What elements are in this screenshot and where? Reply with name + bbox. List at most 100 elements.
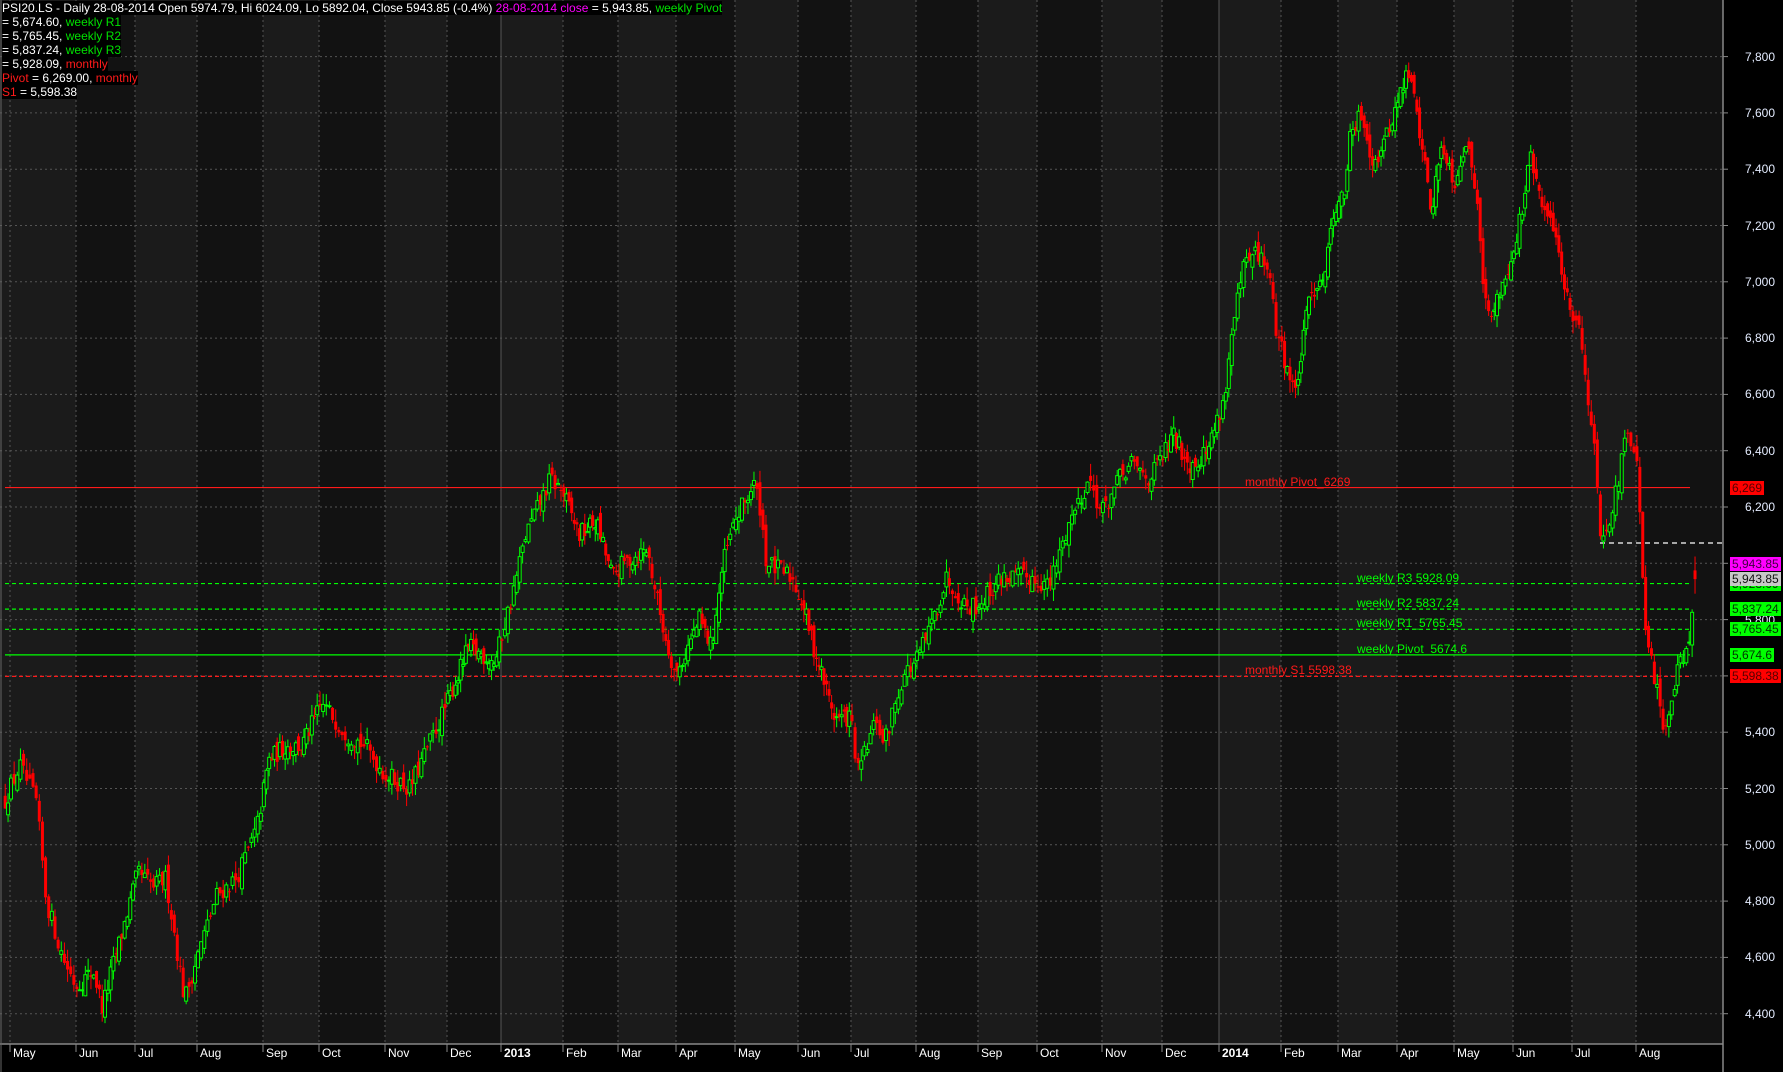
month-band (1037, 0, 1102, 1044)
candle-body (1379, 150, 1384, 157)
candle-body (950, 590, 954, 595)
candlestick-chart[interactable] (0, 0, 1783, 1072)
candle-body (1283, 340, 1287, 369)
candle-body (117, 936, 122, 962)
y-tick-label: 6,400 (1744, 443, 1775, 458)
candle-body (428, 733, 433, 742)
month-band (385, 0, 447, 1044)
candle-body (871, 720, 876, 730)
y-tick-label: 6,200 (1744, 500, 1775, 514)
candle-body (227, 891, 231, 893)
candle-body (1478, 197, 1482, 242)
candle-body (775, 559, 780, 569)
candle-body (240, 857, 245, 890)
x-tick-label: Feb (566, 1046, 587, 1060)
candle-body (1475, 189, 1479, 204)
candle-body (1473, 173, 1477, 189)
candle-body (1039, 585, 1043, 592)
candle-body (547, 473, 552, 494)
candle-body (1407, 70, 1411, 79)
candle-body (1085, 481, 1090, 494)
candle-body (249, 837, 254, 843)
candle-body (703, 618, 707, 628)
x-tick-label: Feb (1284, 1046, 1305, 1060)
candle-body (850, 714, 854, 722)
candle-body (505, 606, 510, 635)
candle-body (601, 536, 606, 542)
candle-body (567, 491, 571, 502)
candle-body (559, 490, 563, 492)
candle-body (1033, 576, 1037, 584)
candle-body (956, 593, 960, 604)
candle-body (255, 815, 260, 835)
candle-body (932, 610, 937, 622)
chart-legend: PSI20.LS - Daily 28-08-2014 Open 5974.79… (2, 1, 723, 99)
candle-down (1595, 431, 1599, 494)
month-band (1219, 0, 1281, 1044)
y-tick-label: 4,600 (1744, 950, 1775, 965)
candle-body (1464, 146, 1469, 153)
candle-body (163, 870, 168, 891)
candle-body (91, 974, 96, 979)
candle-body (1484, 278, 1488, 299)
candle-body (619, 555, 624, 580)
candle-body (1684, 648, 1689, 664)
month-band (798, 0, 851, 1044)
x-tick-label: Jul (1575, 1046, 1591, 1060)
candle-body (650, 563, 654, 579)
candle-body (1583, 355, 1587, 375)
candle-body (583, 523, 587, 537)
candle-body (267, 756, 272, 770)
legend-label: monthly (95, 71, 138, 85)
month-band (1281, 0, 1338, 1044)
candle-body (1373, 159, 1378, 171)
candle-up (739, 497, 744, 523)
candle-body (192, 965, 197, 984)
x-tick-label: Oct (322, 1046, 341, 1060)
candle-body (1317, 280, 1322, 288)
candle-body (764, 524, 768, 567)
candle-body (178, 965, 182, 967)
month-band (76, 0, 135, 1044)
legend-value: = 5,674.60, (2, 15, 66, 29)
candle-up (184, 985, 189, 1005)
candle-body (1118, 468, 1123, 477)
candle-body (1655, 683, 1660, 688)
month-band (735, 0, 798, 1044)
candle-body (944, 571, 949, 588)
candle-body (717, 592, 722, 623)
legend-value: = 5,598.38 (16, 85, 78, 99)
legend-value: = 5,837.24, (2, 43, 66, 57)
candle-body (1489, 315, 1493, 317)
candle-body (453, 684, 458, 696)
candle-body (1229, 334, 1234, 367)
candle-body (413, 766, 418, 784)
month-band (1572, 0, 1636, 1044)
candle-body (1307, 296, 1312, 316)
x-tick-label: Mar (621, 1046, 642, 1060)
candle-body (353, 746, 357, 748)
legend-label: monthly (65, 57, 108, 71)
candle-body (443, 703, 447, 709)
candle-body (1376, 156, 1380, 163)
candle-body (1149, 478, 1154, 492)
candle-body (1632, 446, 1636, 453)
candle-body (644, 552, 649, 557)
candle-body (656, 591, 660, 593)
candle-body (359, 733, 363, 748)
legend-row: = 5,928.09, monthly (2, 57, 722, 71)
candle-body (31, 773, 35, 787)
candle-body (1619, 453, 1624, 494)
candle-body (1030, 575, 1035, 593)
candle-body (878, 719, 882, 736)
candle-body (1215, 414, 1220, 433)
candle-body (1661, 708, 1665, 730)
candle-body (1436, 164, 1441, 181)
candle-body (6, 802, 11, 816)
candle-body (862, 745, 867, 757)
candle-body (1079, 502, 1084, 505)
candle-body (1580, 328, 1584, 350)
candle-body (393, 772, 397, 785)
candle-body (532, 508, 537, 521)
candle-body (157, 874, 162, 882)
